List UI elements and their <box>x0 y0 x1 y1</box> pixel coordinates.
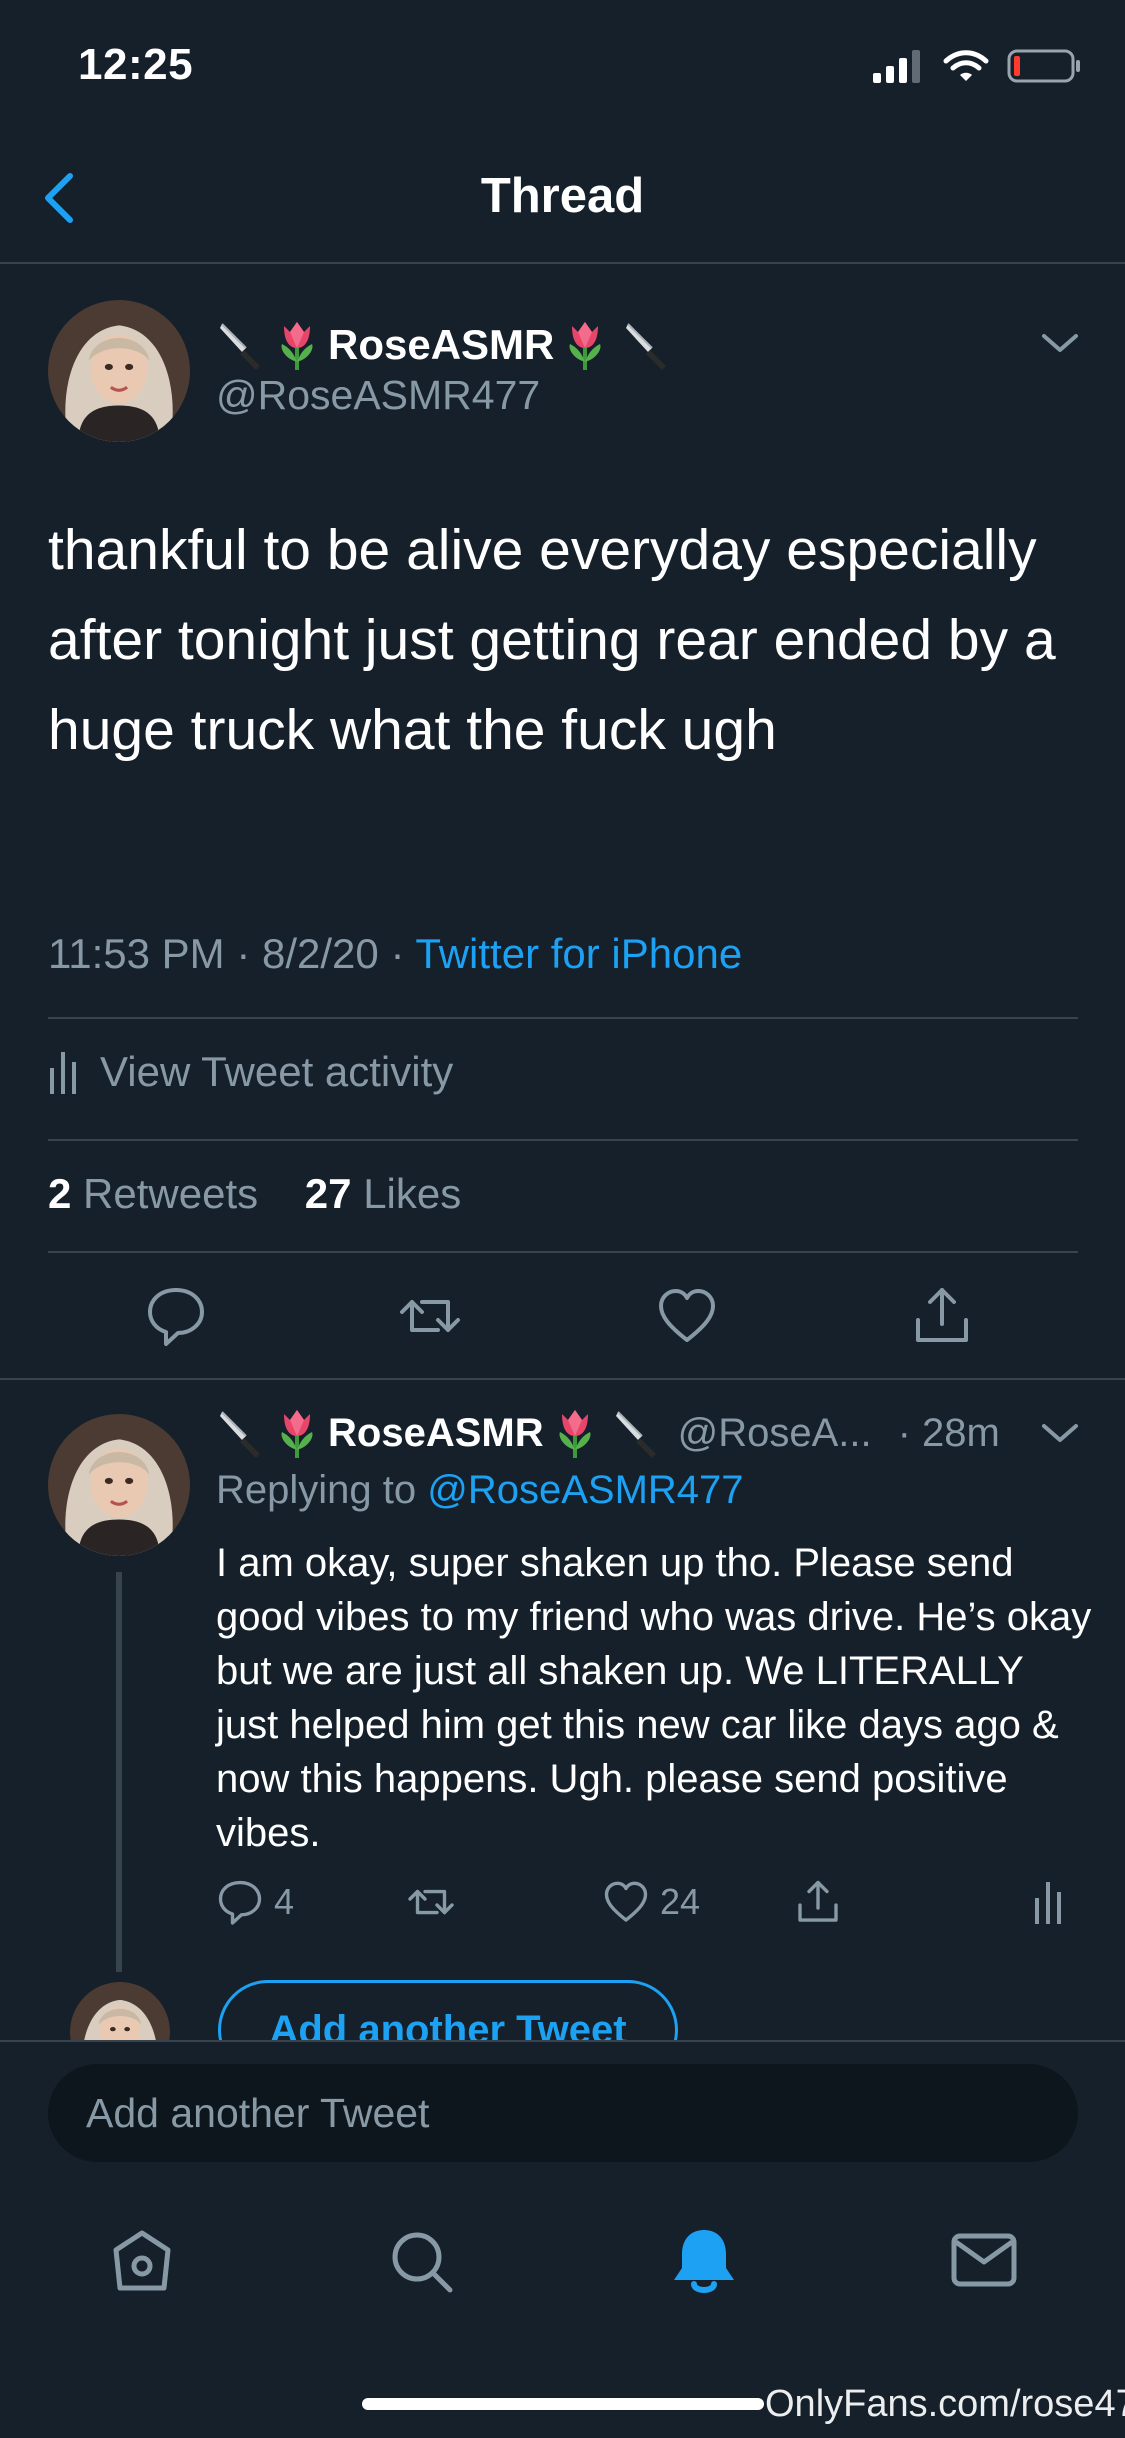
tweet-meta: 11:53 PM · 8/2/20 · Twitter for iPhone <box>48 930 742 978</box>
tweet-stats: 2 Retweets 27 Likes <box>48 1170 461 1218</box>
chevron-down-icon <box>1042 334 1078 352</box>
reply-icon <box>218 1880 262 1925</box>
divider <box>48 1251 1078 1253</box>
meta-separator: · <box>390 930 405 977</box>
replying-handle-link[interactable]: @RoseASMR477 <box>427 1468 743 1512</box>
reply-age: · 28m <box>897 1410 1000 1455</box>
analytics-icon <box>1035 1882 1061 1924</box>
reply-author-avatar[interactable] <box>48 1414 190 1556</box>
header-divider <box>0 262 1125 264</box>
reply-button[interactable] <box>144 1284 208 1348</box>
tab-search[interactable] <box>388 2228 456 2296</box>
tweet-source-link[interactable]: Twitter for iPhone <box>415 930 742 977</box>
compose-input[interactable]: Add another Tweet <box>48 2064 1078 2162</box>
mail-icon <box>951 2233 1017 2287</box>
tulip-emoji-icon <box>550 1406 600 1460</box>
wifi-icon <box>943 50 989 81</box>
retweets-count: 2 <box>48 1170 72 1217</box>
status-time: 12:25 <box>78 40 194 89</box>
battery-icon <box>1007 49 1080 83</box>
meta-separator: · <box>236 930 251 977</box>
author-handle[interactable]: @RoseASMR477 <box>216 372 540 419</box>
reply-icon <box>148 1288 204 1346</box>
knife-emoji-icon <box>216 318 266 372</box>
reply-menu-button[interactable] <box>1038 1418 1082 1448</box>
reply-text: I am okay, super shaken up tho. Please s… <box>216 1541 1092 1855</box>
analytics-icon <box>50 1052 76 1094</box>
tweet-time: 11:53 PM <box>48 930 225 977</box>
reply-reply-button[interactable]: 4 <box>216 1878 294 1926</box>
bell-icon <box>674 2230 734 2293</box>
activity-label: View Tweet activity <box>100 1048 454 1095</box>
retweet-icon <box>400 1300 460 1332</box>
tweet-text: thankful to be alive everyday especially… <box>48 518 1056 762</box>
status-icons <box>873 48 1081 84</box>
likes-stat[interactable]: 27 Likes <box>305 1170 461 1217</box>
avatar-image <box>48 300 190 442</box>
watermark: OnlyFans.com/rose477 <box>765 2383 1125 2425</box>
replying-to: Replying to @RoseASMR477 <box>216 1468 744 1513</box>
cellular-signal-icon <box>873 50 920 83</box>
author-name-row[interactable]: RoseASMR <box>216 318 672 372</box>
tweet-date: 8/2/20 <box>262 930 379 977</box>
page-title: Thread <box>480 169 645 223</box>
share-icon <box>916 1288 968 1342</box>
replying-prefix: Replying to <box>216 1468 417 1512</box>
home-indicator[interactable] <box>362 2398 764 2410</box>
retweet-icon <box>408 1889 454 1915</box>
divider <box>0 1378 1125 1380</box>
tulip-emoji-icon <box>560 318 610 372</box>
reply-like-button[interactable]: 24 <box>602 1878 700 1926</box>
reply-display-name: RoseASMR <box>328 1410 544 1455</box>
knife-emoji-icon <box>622 318 672 372</box>
reply-author-row[interactable]: RoseASMR @RoseA... · 28m <box>216 1406 1000 1460</box>
reply-retweet-button[interactable] <box>404 1878 458 1926</box>
chevron-down-icon <box>1042 1424 1078 1442</box>
search-icon <box>392 2232 453 2293</box>
like-count: 24 <box>660 1881 701 1922</box>
tweet-menu-button[interactable] <box>1038 328 1082 358</box>
author-display-name: RoseASMR <box>328 321 555 368</box>
tab-notifications[interactable] <box>670 2226 738 2298</box>
author-avatar[interactable] <box>48 300 190 442</box>
retweets-stat[interactable]: 2 Retweets <box>48 1170 258 1217</box>
thread-line <box>116 1572 122 1972</box>
retweet-button[interactable] <box>398 1284 462 1348</box>
reply-count: 4 <box>274 1881 295 1922</box>
knife-emoji-icon <box>216 1406 266 1460</box>
heart-icon <box>604 1881 648 1922</box>
reply-share-button[interactable] <box>794 1878 842 1926</box>
retweets-label: Retweets <box>83 1170 259 1217</box>
tab-messages[interactable] <box>950 2230 1018 2290</box>
tulip-emoji-icon <box>272 318 322 372</box>
like-button[interactable] <box>655 1284 719 1348</box>
divider <box>48 1017 1078 1019</box>
tulip-emoji-icon <box>272 1406 322 1460</box>
share-icon <box>798 1880 838 1922</box>
reply-analytics-button[interactable] <box>1030 1878 1066 1926</box>
tab-home[interactable] <box>108 2228 176 2296</box>
reply-handle: @RoseA... <box>677 1410 872 1455</box>
likes-count: 27 <box>304 1170 352 1217</box>
view-tweet-activity[interactable]: View Tweet activity <box>48 1048 453 1096</box>
avatar-image <box>48 1414 190 1556</box>
share-button[interactable] <box>910 1284 974 1348</box>
divider <box>48 1139 1078 1141</box>
knife-emoji-icon <box>612 1406 662 1460</box>
likes-label: Likes <box>363 1170 462 1217</box>
home-icon <box>113 2230 171 2291</box>
heart-icon <box>659 1289 715 1342</box>
